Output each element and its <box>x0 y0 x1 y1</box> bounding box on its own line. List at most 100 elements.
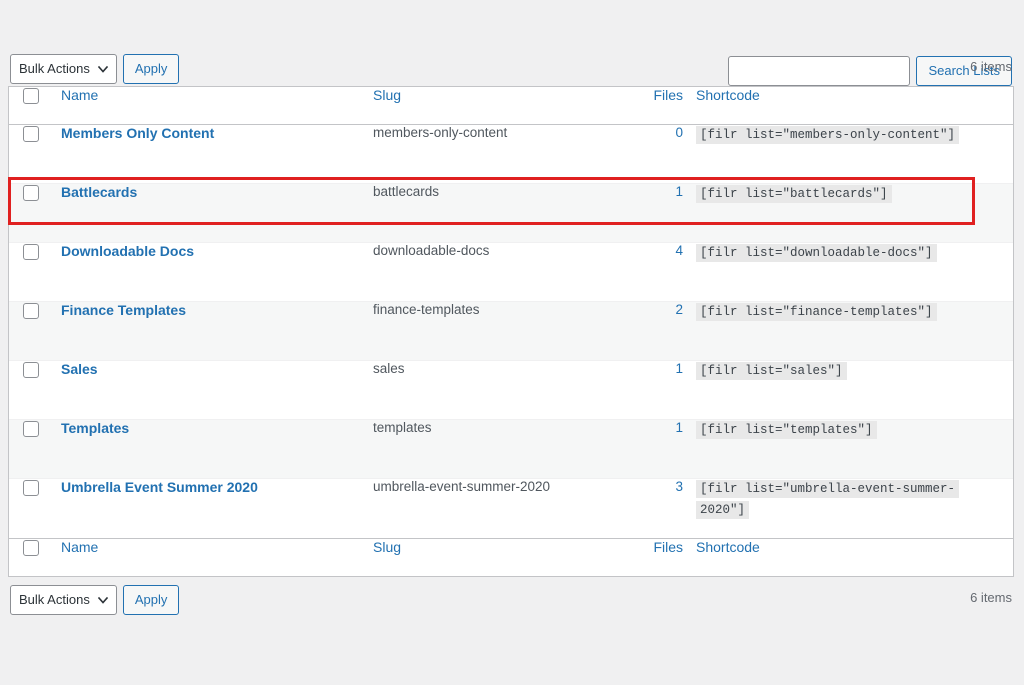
row-name-link[interactable]: Battlecards <box>53 184 137 200</box>
select-all-header-top <box>9 87 53 125</box>
table-header-row: Name Slug Files Shortcode <box>9 87 1013 125</box>
row-checkbox[interactable] <box>23 243 39 260</box>
table-row: Umbrella Event Summer 2020 umbrella-even… <box>9 479 1013 538</box>
row-slug-cell: templates <box>373 420 625 479</box>
row-slug-text: downloadable-docs <box>373 243 490 258</box>
select-all-header-bottom <box>9 538 53 576</box>
table-row: Battlecards battlecards 1 [filr list="ba… <box>9 184 1013 243</box>
column-header-files-bottom-label: Files <box>653 539 683 555</box>
column-header-files-top[interactable]: Files <box>625 87 691 125</box>
row-name-link[interactable]: Sales <box>53 361 98 377</box>
row-files-link[interactable]: 1 <box>625 361 691 376</box>
bulk-actions-select-bottom-label: Bulk Actions <box>19 592 90 607</box>
row-checkbox[interactable] <box>23 479 39 496</box>
row-checkbox-cell <box>9 420 53 479</box>
row-slug-text: finance-templates <box>373 302 480 317</box>
row-slug-cell: downloadable-docs <box>373 243 625 302</box>
row-slug-text: members-only-content <box>373 125 508 140</box>
row-checkbox-cell <box>9 361 53 420</box>
row-files-cell: 1 <box>625 420 691 479</box>
items-count-top: 6 items <box>970 59 1012 74</box>
table-row: Downloadable Docs downloadable-docs 4 [f… <box>9 243 1013 302</box>
row-slug-text: sales <box>373 361 405 376</box>
row-shortcode-text: [filr list="sales"] <box>696 362 847 380</box>
bulk-actions-select-top-label: Bulk Actions <box>19 61 90 76</box>
column-header-files-bottom[interactable]: Files <box>625 538 691 576</box>
row-checkbox-cell <box>9 302 53 361</box>
row-checkbox-cell <box>9 479 53 538</box>
apply-button-top[interactable]: Apply <box>122 54 180 84</box>
row-slug-text: battlecards <box>373 184 440 199</box>
row-shortcode-text: [filr list="templates"] <box>696 421 877 439</box>
bulk-actions-select-top[interactable]: Bulk Actions <box>10 54 117 84</box>
tablenav-bottom: Bulk Actions Apply 6 items <box>0 577 1024 617</box>
table-row: Templates templates 1 [filr list="templa… <box>9 420 1013 479</box>
row-slug-text: templates <box>373 420 432 435</box>
row-shortcode-cell: [filr list="sales"] <box>691 361 1013 420</box>
row-checkbox[interactable] <box>23 125 39 142</box>
row-slug-cell: members-only-content <box>373 125 625 184</box>
column-header-name-top-label: Name <box>61 87 99 103</box>
row-shortcode-cell: [filr list="downloadable-docs"] <box>691 243 1013 302</box>
row-name-link[interactable]: Members Only Content <box>53 125 214 141</box>
row-files-link[interactable]: 0 <box>625 125 691 140</box>
column-header-shortcode-bottom-label: Shortcode <box>696 539 760 555</box>
row-files-cell: 3 <box>625 479 691 538</box>
row-slug-cell: battlecards <box>373 184 625 243</box>
row-shortcode-cell: [filr list="battlecards"] <box>691 184 1013 243</box>
column-header-shortcode-bottom[interactable]: Shortcode <box>691 538 1013 576</box>
row-shortcode-text: [filr list="battlecards"] <box>696 185 892 203</box>
row-shortcode-text: [filr list="downloadable-docs"] <box>696 244 937 262</box>
row-files-cell: 1 <box>625 184 691 243</box>
bulk-actions-select-bottom[interactable]: Bulk Actions <box>10 585 117 615</box>
column-header-files-top-label: Files <box>653 87 683 103</box>
row-name-cell: Finance Templates <box>53 302 373 361</box>
row-files-link[interactable]: 4 <box>625 243 691 258</box>
row-files-cell: 1 <box>625 361 691 420</box>
row-files-link[interactable]: 3 <box>625 479 691 494</box>
bulk-actions-group-bottom: Bulk Actions Apply <box>10 585 180 615</box>
row-shortcode-cell: [filr list="members-only-content"] <box>691 125 1013 184</box>
column-header-slug-top[interactable]: Slug <box>373 87 625 125</box>
row-name-cell: Members Only Content <box>53 125 373 184</box>
table-foot: Name Slug Files Shortcode <box>9 538 1013 576</box>
row-checkbox[interactable] <box>23 302 39 319</box>
row-files-link[interactable]: 1 <box>625 184 691 199</box>
apply-button-bottom[interactable]: Apply <box>122 585 180 615</box>
row-name-link[interactable]: Downloadable Docs <box>53 243 194 259</box>
row-checkbox-cell <box>9 184 53 243</box>
column-header-shortcode-top[interactable]: Shortcode <box>691 87 1013 125</box>
row-checkbox[interactable] <box>23 184 39 201</box>
column-header-name-top[interactable]: Name <box>53 87 373 125</box>
row-checkbox[interactable] <box>23 420 39 437</box>
table-row: Members Only Content members-only-conten… <box>9 125 1013 184</box>
chevron-down-icon <box>97 65 108 73</box>
select-all-checkbox-bottom[interactable] <box>23 539 39 556</box>
column-header-name-bottom-label: Name <box>61 539 99 555</box>
row-files-link[interactable]: 1 <box>625 420 691 435</box>
row-shortcode-cell: [filr list="finance-templates"] <box>691 302 1013 361</box>
chevron-down-icon <box>97 596 108 604</box>
table-head: Name Slug Files Shortcode <box>9 87 1013 125</box>
row-name-cell: Templates <box>53 420 373 479</box>
row-shortcode-cell: [filr list="templates"] <box>691 420 1013 479</box>
row-slug-cell: finance-templates <box>373 302 625 361</box>
table-body: Members Only Content members-only-conten… <box>9 125 1013 538</box>
column-header-slug-bottom[interactable]: Slug <box>373 538 625 576</box>
column-header-name-bottom[interactable]: Name <box>53 538 373 576</box>
select-all-checkbox-top[interactable] <box>23 87 39 104</box>
row-files-link[interactable]: 2 <box>625 302 691 317</box>
row-files-cell: 0 <box>625 125 691 184</box>
row-shortcode-cell: [filr list="umbrella-event-summer-2020"] <box>691 479 1013 538</box>
tablenav-top: Bulk Actions Apply 6 items <box>0 46 1024 86</box>
row-checkbox[interactable] <box>23 361 39 378</box>
row-name-link[interactable]: Umbrella Event Summer 2020 <box>53 479 258 495</box>
row-files-cell: 2 <box>625 302 691 361</box>
row-name-link[interactable]: Finance Templates <box>53 302 186 318</box>
row-name-link[interactable]: Templates <box>53 420 129 436</box>
column-header-slug-bottom-label: Slug <box>373 539 402 555</box>
column-header-slug-top-label: Slug <box>373 87 402 103</box>
table-row: Sales sales 1 [filr list="sales"] <box>9 361 1013 420</box>
lists-table: Name Slug Files Shortcode Members Only C… <box>8 86 1014 577</box>
row-files-cell: 4 <box>625 243 691 302</box>
